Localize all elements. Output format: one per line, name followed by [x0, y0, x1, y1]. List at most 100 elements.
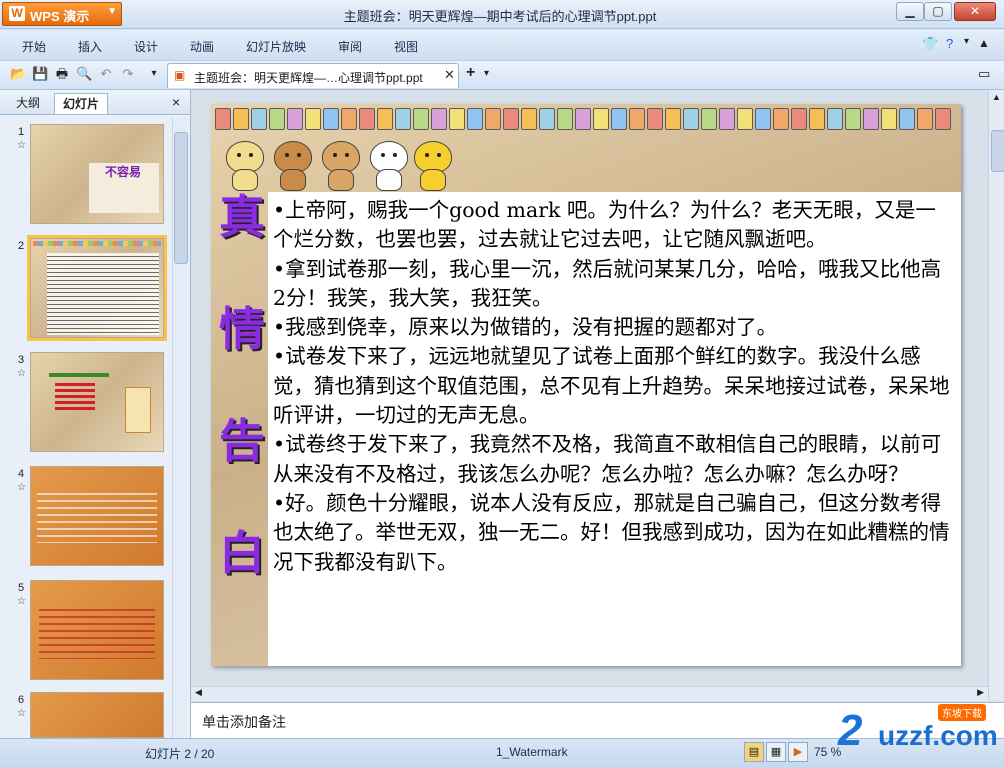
thumbnail-text-lines [39, 609, 155, 659]
color-block [863, 108, 879, 130]
slide-thumbnail-1[interactable]: 不容易 [30, 124, 164, 224]
color-block [485, 108, 501, 130]
color-block [719, 108, 735, 130]
close-button[interactable]: ✕ [954, 2, 996, 21]
color-block [809, 108, 825, 130]
color-block [773, 108, 789, 130]
document-tab[interactable]: ▣ 主题班会：明天更辉煌—…心理调节ppt.ppt ✕ [167, 63, 459, 88]
customize-toolbar-icon[interactable]: ▾ [146, 66, 162, 82]
thumbnail-number: 6 [18, 694, 25, 706]
puppy-illustration [319, 131, 361, 191]
color-block [899, 108, 915, 130]
normal-view-icon[interactable]: ▤ [744, 742, 764, 762]
menu-animation[interactable]: 动画 [190, 38, 214, 55]
thumbnail-title: 不容易 [105, 165, 142, 179]
title-char: 告 [219, 414, 265, 468]
color-block [755, 108, 771, 130]
color-block [215, 108, 231, 130]
menu-slideshow[interactable]: 幻灯片放映 [246, 38, 306, 55]
slide-sorter-icon[interactable]: ▦ [766, 742, 786, 762]
help-icon[interactable]: ? [946, 36, 953, 51]
menu-design[interactable]: 设计 [134, 38, 158, 55]
dropdown-icon[interactable]: ▾ [964, 36, 969, 47]
color-block [827, 108, 843, 130]
thumbnail-colorbar [33, 241, 161, 246]
scroll-thumb[interactable] [174, 132, 188, 264]
color-block [359, 108, 375, 130]
app-menu-button[interactable]: W WPS 演示 ▼ [2, 2, 122, 26]
color-block [791, 108, 807, 130]
thumbnail-number: 2 [18, 240, 25, 252]
scroll-left-icon[interactable]: ◀ [195, 687, 202, 698]
thumbnail-list [55, 383, 95, 413]
document-tab-label: 主题班会：明天更辉煌—…心理调节ppt.ppt [194, 71, 423, 85]
transition-star-icon: ☆ [17, 596, 26, 607]
tab-dropdown-icon[interactable]: ▾ [484, 68, 489, 79]
chick-illustration [411, 131, 453, 191]
slide-thumbnail-3[interactable] [30, 352, 164, 452]
color-block [845, 108, 861, 130]
color-block [881, 108, 897, 130]
thumbnail-number: 5 [18, 582, 25, 594]
slide-body-text[interactable]: •上帝阿，赐我一个good mark 吧。为什么？为什么？老天无眼，又是一个烂分… [273, 196, 953, 577]
giraffe-image [125, 387, 151, 433]
maximize-button[interactable]: ▢ [924, 2, 952, 21]
vertical-scrollbar[interactable]: ▲ [988, 90, 1004, 700]
color-block [377, 108, 393, 130]
menu-insert[interactable]: 插入 [78, 38, 102, 55]
window-layout-icon[interactable]: ▭ [978, 66, 990, 82]
print-preview-icon[interactable]: 🔍 [76, 66, 92, 82]
menu-view[interactable]: 视图 [394, 38, 418, 55]
thumbnail-text-lines [37, 493, 157, 543]
menu-review[interactable]: 审阅 [338, 38, 362, 55]
scroll-right-icon[interactable]: ▶ [977, 687, 984, 698]
site-watermark: 2 uzzf.com 东坡下载 [828, 700, 998, 764]
slideshow-icon[interactable]: ▶ [788, 742, 808, 762]
title-char: 白 [219, 526, 265, 580]
slide-thumbnail-2[interactable] [27, 235, 167, 341]
slide-thumbnail-5[interactable] [30, 580, 164, 680]
current-slide[interactable]: 真 情 告 白 •上帝阿，赐我一个good mark 吧。为什么？为什么？老天无… [211, 104, 961, 666]
panel-scrollbar[interactable] [172, 118, 188, 738]
tab-outline[interactable]: 大纲 [8, 93, 48, 113]
notes-placeholder[interactable]: 单击添加备注 [202, 712, 286, 732]
close-tab-icon[interactable]: ✕ [444, 67, 455, 83]
save-icon[interactable]: 💾 [32, 66, 48, 82]
slide-thumbnail-4[interactable] [30, 466, 164, 566]
tab-slides[interactable]: 幻灯片 [54, 93, 109, 114]
title-bar: W WPS 演示 ▼ 主题班会：明天更辉煌—期中考试后的心理调节ppt.ppt … [0, 0, 1004, 29]
close-panel-icon[interactable]: × [172, 94, 180, 110]
slide-thumbnail-6[interactable] [30, 692, 164, 738]
minimize-ribbon-icon[interactable]: ▲ [978, 36, 990, 50]
menu-home[interactable]: 开始 [22, 38, 46, 55]
color-block [539, 108, 555, 130]
watermark-tag: 东坡下载 [938, 704, 986, 721]
color-block [701, 108, 717, 130]
color-block [503, 108, 519, 130]
scroll-thumb[interactable] [991, 130, 1004, 172]
color-block [647, 108, 663, 130]
scroll-up-icon[interactable]: ▲ [992, 92, 1001, 102]
thumbnail-number: 4 [18, 468, 25, 480]
watermark-logo-icon: 2 [838, 706, 863, 755]
chevron-down-icon: ▼ [107, 6, 117, 17]
thumbnail-text-lines [47, 253, 159, 335]
horizontal-scrollbar[interactable]: ◀ ▶ [191, 686, 988, 701]
minimize-button[interactable]: ▁ [896, 2, 924, 21]
window-title: 主题班会：明天更辉煌—期中考试后的心理调节ppt.ppt [343, 9, 657, 24]
undo-icon[interactable]: ↶ [98, 66, 114, 82]
redo-icon[interactable]: ↷ [120, 66, 136, 82]
menu-bar: 开始 插入 设计 动画 幻灯片放映 审阅 视图 👕 ? ▾ ▲ [0, 30, 1004, 60]
open-icon[interactable]: 📂 [10, 66, 26, 82]
new-tab-button[interactable]: + [466, 64, 475, 82]
color-block [575, 108, 591, 130]
slide-counter: 幻灯片 2 / 20 [145, 747, 215, 761]
transition-star-icon: ☆ [17, 708, 26, 719]
shirt-icon[interactable]: 👕 [922, 36, 938, 52]
dog-illustration [271, 131, 313, 191]
color-block [269, 108, 285, 130]
template-name: 1_Watermark [496, 745, 568, 759]
rabbit-illustration [367, 131, 409, 191]
print-icon[interactable]: 🖶 [54, 66, 70, 82]
transition-star-icon: ☆ [17, 482, 26, 493]
